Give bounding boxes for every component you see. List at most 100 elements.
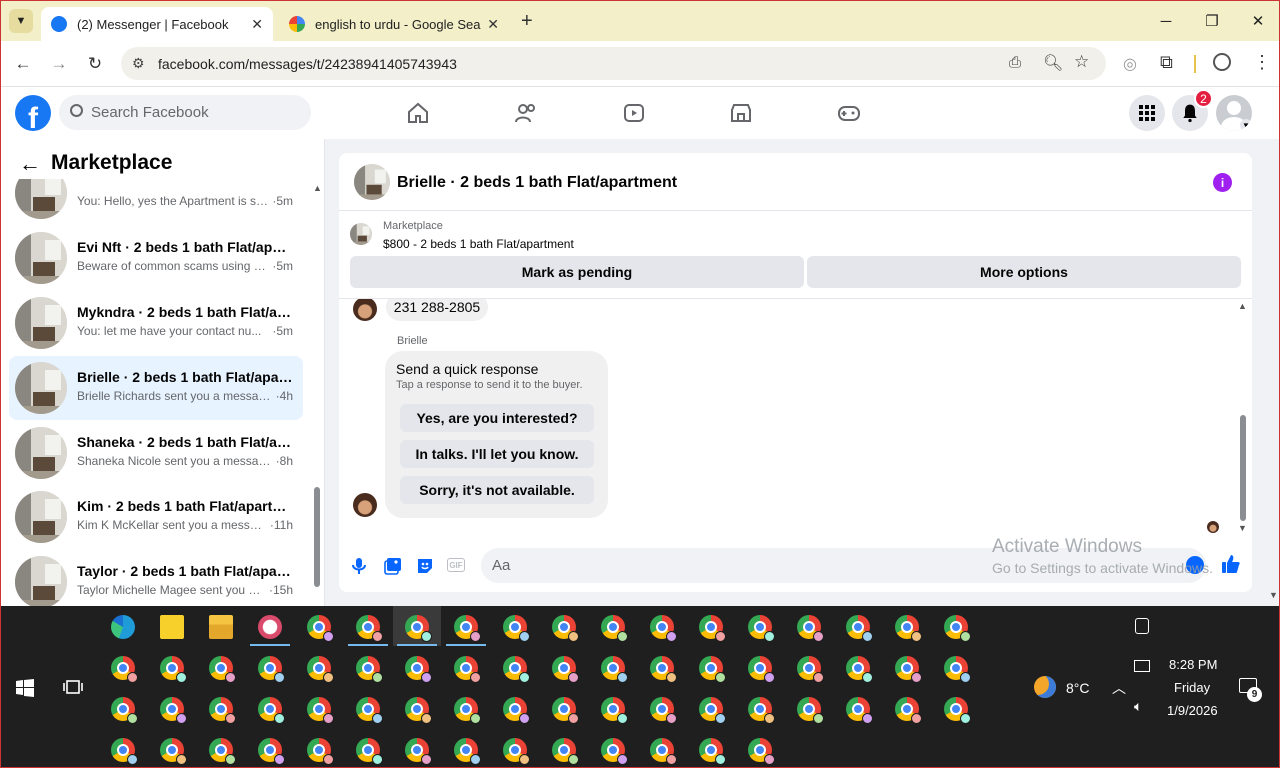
chrome-profile-icon[interactable] [503, 697, 530, 724]
chrome-profile-icon[interactable] [797, 656, 824, 683]
chrome-profile-icon[interactable] [405, 615, 432, 642]
chrome-profile-icon[interactable] [601, 738, 628, 765]
chrome-profile-icon[interactable] [111, 697, 138, 724]
page-scroll-down-arrow-icon[interactable]: ▼ [1269, 590, 1278, 600]
back-button[interactable]: ← [11, 52, 35, 76]
scroll-up-arrow-icon[interactable]: ▲ [1238, 301, 1247, 311]
info-button[interactable]: i [1213, 173, 1232, 192]
chrome-profile-icon[interactable] [650, 697, 677, 724]
sticky-notes-icon[interactable] [160, 615, 184, 639]
close-window-button[interactable]: ✕ [1243, 9, 1273, 33]
chat-scrollbar[interactable]: ▲ ▼ [1237, 301, 1249, 535]
chrome-profile-icon[interactable] [454, 697, 481, 724]
quick-response-not-available-button[interactable]: Sorry, it's not available. [400, 476, 594, 504]
chrome-profile-icon[interactable] [748, 697, 775, 724]
conversation-item[interactable]: Kim · 2 beds 1 bath Flat/apartm... Kim K … [9, 485, 303, 549]
chrome-profile-icon[interactable] [307, 615, 334, 642]
message-bubble[interactable]: 231 288-2805 [386, 299, 488, 321]
volume-icon[interactable]: 🔈︎ [1134, 698, 1142, 715]
bookmark-star-icon[interactable]: ☆ [1074, 52, 1089, 72]
chrome-profile-icon[interactable] [209, 656, 236, 683]
chrome-menu-icon[interactable]: ⋮ [1253, 52, 1271, 73]
clock-day[interactable]: Friday [1174, 680, 1210, 695]
chat-listing-avatar[interactable] [354, 164, 390, 200]
close-tab-icon[interactable]: ✕ [251, 16, 263, 33]
conversation-item[interactable]: Taylor · 2 beds 1 bath Flat/apart... Tayl… [9, 550, 303, 606]
chrome-profile-icon[interactable] [944, 656, 971, 683]
conversation-item[interactable]: Shaneka · 2 beds 1 bath Flat/apa... Shane… [9, 421, 303, 485]
chrome-profile-icon[interactable] [160, 656, 187, 683]
scroll-down-arrow-icon[interactable]: ▼ [1238, 523, 1247, 533]
chrome-profile-icon[interactable] [552, 738, 579, 765]
chrome-profile-icon[interactable] [944, 615, 971, 642]
minimize-button[interactable]: ─ [1151, 9, 1181, 33]
site-info-icon[interactable]: ⚙ [132, 55, 145, 72]
chrome-profile-icon[interactable] [699, 656, 726, 683]
chrome-profile-icon[interactable] [356, 656, 383, 683]
chrome-profile-icon[interactable] [699, 697, 726, 724]
quick-response-yes-button[interactable]: Yes, are you interested? [400, 404, 594, 432]
listing-thumbnail[interactable] [350, 223, 372, 245]
scrollbar[interactable]: ▲ [312, 183, 322, 601]
extensions-icon[interactable]: ⧉ [1160, 52, 1173, 73]
quick-response-in-talks-button[interactable]: In talks. I'll let you know. [400, 440, 594, 468]
chrome-profile-icon[interactable] [552, 615, 579, 642]
weather-temperature[interactable]: 8°C [1066, 680, 1090, 696]
chrome-profile-icon[interactable] [307, 738, 334, 765]
facebook-logo-icon[interactable]: f [15, 95, 51, 131]
clock-time[interactable]: 8:28 PM [1169, 657, 1217, 672]
tab-search-dropdown[interactable]: ▼ [9, 9, 33, 33]
scrollbar-thumb[interactable] [1240, 415, 1246, 521]
chrome-profile-icon[interactable] [601, 697, 628, 724]
forward-button[interactable]: → [47, 52, 71, 76]
profile-icon[interactable] [1213, 53, 1231, 71]
marketplace-icon[interactable] [729, 101, 753, 125]
chrome-profile-icon[interactable] [944, 697, 971, 724]
chrome-profile-icon[interactable] [258, 738, 285, 765]
chrome-profile-icon[interactable] [846, 615, 873, 642]
conversation-item[interactable]: Mykndra · 2 beds 1 bath Flat/ap... You: l… [9, 291, 303, 355]
chrome-profile-icon[interactable] [356, 615, 383, 642]
chrome-profile-icon[interactable] [895, 615, 922, 642]
translate-icon[interactable]: ◎ [1123, 54, 1137, 74]
chrome-profile-icon[interactable] [405, 697, 432, 724]
mark-as-pending-button[interactable]: Mark as pending [350, 256, 804, 288]
file-explorer-icon[interactable] [209, 615, 233, 639]
chrome-profile-icon[interactable] [748, 656, 775, 683]
network-icon[interactable] [1134, 660, 1150, 672]
menu-button[interactable] [1129, 95, 1165, 131]
notifications-button[interactable]: 2 [1172, 89, 1213, 131]
chrome-profile-icon[interactable] [405, 738, 432, 765]
chrome-profile-icon[interactable] [503, 615, 530, 642]
chrome-profile-icon[interactable] [650, 615, 677, 642]
browser-tab-google[interactable]: english to urdu - Google Search ✕ [279, 7, 509, 41]
chrome-profile-icon[interactable] [111, 656, 138, 683]
gif-icon[interactable]: GIF [447, 558, 465, 572]
chrome-profile-icon[interactable] [895, 656, 922, 683]
restore-button[interactable]: ❐ [1197, 9, 1227, 33]
chrome-profile-icon[interactable] [552, 656, 579, 683]
chrome-profile-icon[interactable] [552, 697, 579, 724]
listing-title[interactable]: $800 - 2 beds 1 bath Flat/apartment [383, 237, 574, 251]
chrome-profile-icon[interactable] [209, 738, 236, 765]
chrome-profile-icon[interactable] [160, 738, 187, 765]
close-tab-icon[interactable]: ✕ [487, 16, 499, 33]
chrome-profile-icon[interactable] [356, 738, 383, 765]
scroll-up-arrow-icon[interactable]: ▲ [313, 183, 322, 193]
friends-icon[interactable] [514, 101, 538, 125]
chat-title[interactable]: Brielle · 2 beds 1 bath Flat/apartment [397, 174, 677, 192]
chrome-profile-icon[interactable] [111, 738, 138, 765]
account-avatar[interactable]: ▼ [1216, 95, 1252, 131]
edge-browser-icon[interactable] [111, 615, 135, 639]
photo-icon[interactable] [384, 557, 402, 575]
chrome-profile-icon[interactable] [797, 697, 824, 724]
chrome-profile-icon[interactable] [601, 615, 628, 642]
video-icon[interactable] [622, 101, 646, 125]
conversation-item[interactable]: You: Hello, yes the Apartment is sti... ·… [9, 179, 303, 225]
home-icon[interactable] [406, 101, 430, 125]
address-bar[interactable]: ⚙ facebook.com/messages/t/24238941405743… [121, 47, 1106, 80]
browser-tab-messenger[interactable]: (2) Messenger | Facebook ✕ [41, 7, 273, 41]
chrome-profile-icon[interactable] [895, 697, 922, 724]
chrome-profile-icon[interactable] [650, 738, 677, 765]
show-hidden-icons-chevron[interactable]: ︿ [1112, 678, 1126, 698]
